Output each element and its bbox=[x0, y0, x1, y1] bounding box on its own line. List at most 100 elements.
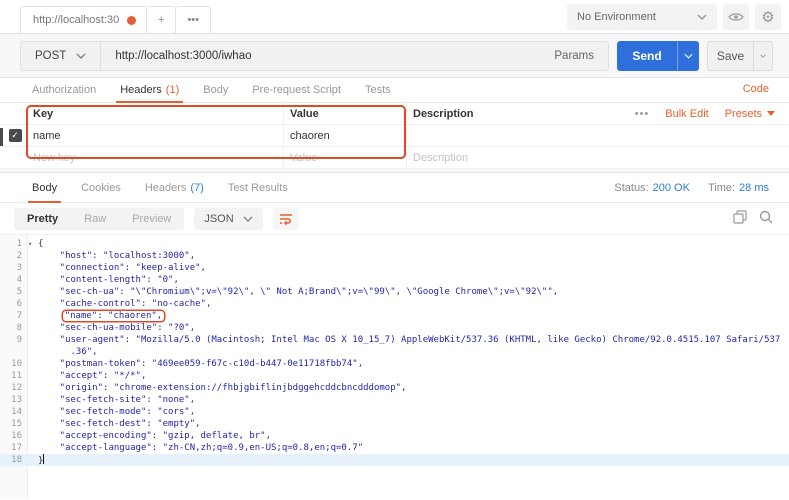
presets-dropdown[interactable]: Presets bbox=[725, 108, 775, 120]
save-options-button[interactable] bbox=[753, 41, 773, 71]
headers-table-header-row: Key Value Description ••• Bulk Edit Pres… bbox=[0, 103, 789, 125]
eye-icon bbox=[728, 12, 744, 22]
line-number: 5 bbox=[0, 286, 22, 298]
new-header-placeholder-row[interactable]: New key Value Description bbox=[0, 147, 789, 169]
settings-button[interactable]: ⚙ bbox=[755, 4, 781, 30]
chevron-down-icon bbox=[684, 53, 693, 59]
view-mode-pretty[interactable]: Pretty bbox=[14, 208, 71, 230]
wrap-text-icon bbox=[279, 213, 293, 225]
view-mode-raw[interactable]: Raw bbox=[71, 208, 119, 230]
response-code: 1▾{2 "host": "localhost:3000",3 "connect… bbox=[0, 238, 789, 466]
url-input[interactable]: http://localhost:3000/iwhao bbox=[101, 50, 540, 62]
response-time: Time: 28 ms bbox=[708, 182, 769, 194]
gear-icon: ⚙ bbox=[761, 10, 774, 25]
chevron-down-icon bbox=[243, 216, 253, 222]
code-text: "sec-ch-ua-mobile": "?0", bbox=[22, 322, 195, 334]
code-text: "user-agent": "Mozilla/5.0 (Macintosh; I… bbox=[22, 334, 780, 346]
save-button[interactable]: Save bbox=[707, 41, 753, 71]
request-tab-authorization[interactable]: Authorization bbox=[20, 78, 108, 102]
request-tab-pre-request-script[interactable]: Pre-request Script bbox=[240, 78, 353, 102]
format-selector[interactable]: JSON bbox=[194, 208, 262, 230]
code-line: 6 "cache-control": "no-cache", bbox=[0, 298, 789, 310]
code-text: "origin": "chrome-extension://fhbjgbifli… bbox=[22, 382, 406, 394]
tab-options-button[interactable]: ••• bbox=[176, 6, 211, 33]
value-column-header: Value bbox=[283, 103, 406, 124]
send-split-button: Send bbox=[617, 41, 699, 71]
line-number: 8 bbox=[0, 322, 22, 334]
new-tab-button[interactable]: + bbox=[147, 6, 176, 33]
response-tab-test-results[interactable]: Test Results bbox=[216, 173, 300, 202]
response-tab-body[interactable]: Body bbox=[20, 173, 69, 202]
view-mode-preview[interactable]: Preview bbox=[119, 208, 184, 230]
chevron-down-icon bbox=[760, 53, 766, 59]
tab-label: Body bbox=[32, 182, 57, 194]
code-text: "cache-control": "no-cache", bbox=[22, 298, 211, 310]
params-button[interactable]: Params bbox=[540, 50, 608, 62]
method-selector[interactable]: POST bbox=[21, 42, 100, 70]
search-response-button[interactable] bbox=[759, 210, 773, 227]
environment-preview-button[interactable] bbox=[723, 4, 749, 30]
environment-selector[interactable]: No Environment bbox=[567, 4, 717, 30]
header-description-cell[interactable] bbox=[406, 125, 789, 146]
line-number: 7 bbox=[0, 310, 22, 322]
response-tabs: BodyCookiesHeaders(7)Test Results Status… bbox=[0, 173, 789, 203]
request-tab-headers[interactable]: Headers(1) bbox=[108, 78, 191, 102]
response-tab-headers[interactable]: Headers(7) bbox=[133, 173, 216, 202]
tab-count-badge: (7) bbox=[190, 182, 203, 194]
code-line: 8 "sec-ch-ua-mobile": "?0", bbox=[0, 322, 789, 334]
tab-label: Pre-request Script bbox=[252, 84, 341, 96]
tab-label: Body bbox=[203, 84, 228, 96]
time-value: 28 ms bbox=[739, 182, 769, 194]
response-meta: Status: 200 OK Time: 28 ms bbox=[614, 173, 769, 202]
bulk-edit-link[interactable]: Bulk Edit bbox=[665, 108, 708, 120]
send-options-button[interactable] bbox=[677, 41, 699, 71]
code-line: 4 "content-length": "0", bbox=[0, 274, 789, 286]
header-row[interactable]: ✓ namechaoren bbox=[0, 125, 789, 147]
tab-label: Headers bbox=[145, 182, 187, 194]
request-tab-body[interactable]: Body bbox=[191, 78, 240, 102]
highlighted-json-field: "name": "chaoren", bbox=[63, 311, 165, 321]
response-status: Status: 200 OK bbox=[614, 182, 690, 194]
code-text: "connection": "keep-alive", bbox=[22, 262, 206, 274]
request-tab-title: http://localhost:3000 bbox=[33, 14, 119, 26]
view-mode-group: PrettyRawPreview bbox=[14, 208, 184, 230]
code-text: "sec-ch-ua": "\"Chromium\";v=\"92\", \" … bbox=[22, 286, 558, 298]
code-text: "host": "localhost:3000", bbox=[22, 250, 195, 262]
code-link[interactable]: Code bbox=[743, 83, 769, 95]
row-checkbox[interactable]: ✓ bbox=[9, 129, 22, 142]
request-tab[interactable]: http://localhost:3000 bbox=[20, 6, 147, 33]
new-key-input[interactable]: New key bbox=[30, 152, 283, 164]
more-actions-icon[interactable]: ••• bbox=[635, 108, 650, 120]
description-column-label: Description bbox=[413, 108, 474, 120]
wrap-text-button[interactable] bbox=[273, 208, 299, 230]
code-line: 10 "postman-token": "469ee059-f67c-c10d-… bbox=[0, 358, 789, 370]
line-number: 16 bbox=[0, 430, 22, 442]
code-line: 13 "sec-fetch-site": "none", bbox=[0, 394, 789, 406]
code-line: 17 "accept-language": "zh-CN,zh;q=0.9,en… bbox=[0, 442, 789, 454]
app-tab-bar: http://localhost:3000 + ••• No Environme… bbox=[0, 0, 789, 34]
request-tab-tests[interactable]: Tests bbox=[353, 78, 403, 102]
new-value-input[interactable]: Value bbox=[283, 147, 406, 168]
response-tab-cookies[interactable]: Cookies bbox=[69, 173, 133, 202]
code-line: 14 "sec-fetch-mode": "cors", bbox=[0, 406, 789, 418]
header-key-cell[interactable]: name bbox=[30, 130, 283, 142]
table-actions: ••• Bulk Edit Presets bbox=[635, 108, 789, 120]
line-number: 17 bbox=[0, 442, 22, 454]
fold-caret-icon[interactable]: ▾ bbox=[28, 239, 32, 249]
response-body-viewer[interactable]: 1▾{2 "host": "localhost:3000",3 "connect… bbox=[0, 235, 789, 499]
new-description-input[interactable]: Description bbox=[406, 147, 789, 168]
copy-response-button[interactable] bbox=[733, 210, 747, 227]
response-body-actions bbox=[733, 210, 773, 227]
tab-count-badge: (1) bbox=[166, 84, 179, 96]
code-text: .36", bbox=[22, 346, 98, 358]
headers-table: Key Value Description ••• Bulk Edit Pres… bbox=[0, 103, 789, 169]
code-line: 11 "accept": "*/*", bbox=[0, 370, 789, 382]
line-number: 2 bbox=[0, 250, 22, 262]
header-value-cell[interactable]: chaoren bbox=[283, 125, 406, 146]
code-line: .36", bbox=[0, 346, 789, 358]
code-text: "content-length": "0", bbox=[22, 274, 179, 286]
send-button[interactable]: Send bbox=[617, 41, 677, 71]
response-toolbar: PrettyRawPreview JSON bbox=[0, 203, 789, 235]
code-line: 9 "user-agent": "Mozilla/5.0 (Macintosh;… bbox=[0, 334, 789, 346]
row-drag-handle[interactable] bbox=[0, 128, 3, 146]
